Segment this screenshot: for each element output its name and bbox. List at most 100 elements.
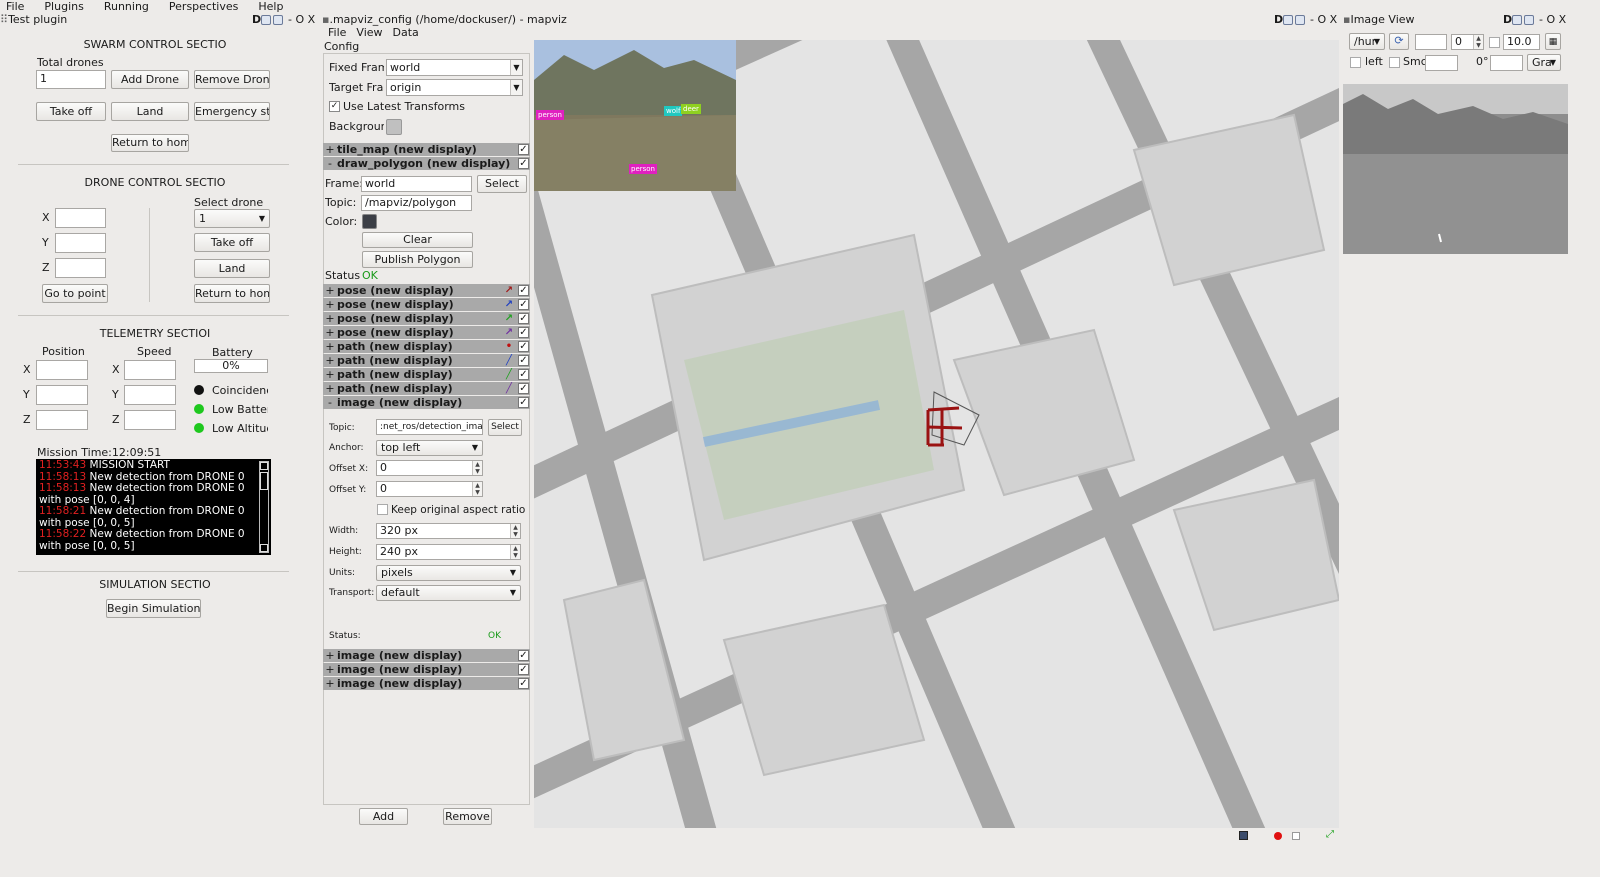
spin-arrows-icon[interactable]: ▲ ▼	[472, 482, 482, 496]
display-checkbox[interactable]: ✓	[518, 285, 529, 296]
menu-running[interactable]: Running	[98, 1, 149, 12]
display-checkbox[interactable]: ✓	[518, 299, 529, 310]
keep-aspect-checkbox[interactable]	[377, 504, 388, 515]
refresh-topics-button[interactable]: ⟳	[1389, 33, 1409, 50]
menu-file[interactable]: File	[0, 1, 24, 12]
display-checkbox[interactable]: ✓	[518, 327, 529, 338]
display-path[interactable]: + path (new display) ╱ ✓	[323, 382, 530, 395]
offset-x-spinbox[interactable]: 0 ▲ ▼	[376, 460, 483, 476]
display-checkbox[interactable]: ✓	[518, 369, 529, 380]
expand-toggle[interactable]: +	[323, 312, 337, 325]
display-checkbox[interactable]: ✓	[518, 158, 529, 169]
display-path[interactable]: + path (new display) • ✓	[323, 340, 530, 353]
background-color-button[interactable]	[386, 119, 402, 135]
window-controls-text[interactable]: - O X	[288, 12, 315, 28]
image-topic-select-button[interactable]: Select	[488, 419, 522, 436]
mapviz-menu-file[interactable]: File	[328, 26, 346, 39]
window-controls-text[interactable]: - O X	[1310, 12, 1337, 28]
menu-help[interactable]: Help	[252, 1, 283, 12]
refresh-icon[interactable]	[261, 15, 271, 25]
zoom-spinbox[interactable]: 0 ▲ ▼	[1451, 34, 1484, 50]
record-icon[interactable]	[1274, 832, 1282, 840]
remove-display-button[interactable]: Remove	[443, 808, 492, 825]
display-checkbox[interactable]: ✓	[518, 341, 529, 352]
polygon-frame-select-button[interactable]: Select	[477, 175, 527, 193]
display-image[interactable]: + image (new display) ✓	[323, 649, 530, 662]
begin-simulation-button[interactable]: Begin Simulation	[106, 599, 201, 618]
drone-land-button[interactable]: Land	[194, 259, 270, 278]
use-latest-checkbox[interactable]: ✓	[329, 101, 340, 112]
display-checkbox[interactable]: ✓	[518, 664, 529, 675]
total-drones-input[interactable]: 1	[36, 70, 106, 89]
display-image[interactable]: + image (new display) ✓	[323, 677, 530, 690]
emergency-stop-button[interactable]: Emergency stop	[194, 102, 270, 121]
spin-arrows-icon[interactable]: ▲ ▼	[510, 524, 520, 538]
image-text-field[interactable]	[1415, 34, 1447, 50]
expand-toggle[interactable]: +	[323, 340, 337, 353]
polygon-color-button[interactable]	[362, 214, 377, 229]
swarm-land-button[interactable]: Land	[111, 102, 189, 121]
clear-polygon-button[interactable]: Clear	[362, 232, 473, 248]
menu-perspectives[interactable]: Perspectives	[163, 1, 238, 12]
mission-log[interactable]: 11:53:43 MISSION START 11:58:13 New dete…	[36, 459, 271, 555]
target-frame-combo[interactable]: origin ▼	[386, 79, 523, 96]
save-image-button[interactable]: ▦	[1545, 33, 1561, 50]
display-tile-map[interactable]: + tile_map (new display) ✓	[323, 143, 530, 156]
display-pose[interactable]: + pose (new display) ↗ ✓	[323, 298, 530, 311]
fixed-frame-combo[interactable]: world ▼	[386, 59, 523, 76]
remove-drone-button[interactable]: Remove Drone	[194, 70, 270, 89]
scroll-up-icon[interactable]	[260, 462, 268, 470]
display-path[interactable]: + path (new display) ╱ ✓	[323, 368, 530, 381]
dock-icon[interactable]: D	[1503, 12, 1512, 28]
scroll-thumb[interactable]	[260, 472, 268, 490]
expand-toggle[interactable]: +	[323, 368, 337, 381]
dock-icon[interactable]: D	[252, 12, 261, 28]
select-drone-combo[interactable]: 1 ▼	[194, 209, 270, 228]
polygon-frame-input[interactable]: world	[361, 176, 472, 192]
stop-icon[interactable]	[1292, 832, 1300, 840]
add-drone-button[interactable]: Add Drone	[111, 70, 189, 89]
display-draw-polygon[interactable]: - draw_polygon (new display) ✓	[323, 157, 530, 170]
goto-x-input[interactable]	[55, 208, 106, 228]
height-spinbox[interactable]: 240 px ▲ ▼	[376, 544, 521, 560]
expand-toggle[interactable]: +	[323, 382, 337, 395]
display-image[interactable]: - image (new display) ✓	[323, 396, 530, 409]
dock-icon[interactable]: D	[1274, 12, 1283, 28]
swarm-return-home-button[interactable]: Return to home	[111, 134, 189, 152]
anchor-combo[interactable]: top left ▼	[376, 440, 483, 456]
spin-arrows-icon[interactable]: ▲ ▼	[1473, 35, 1483, 49]
help-icon[interactable]	[1295, 15, 1305, 25]
spin-arrows-icon[interactable]: ▲ ▼	[472, 461, 482, 475]
goto-y-input[interactable]	[55, 233, 106, 253]
drone-takeoff-button[interactable]: Take off	[194, 233, 270, 252]
mapviz-menu-view[interactable]: View	[356, 26, 382, 39]
width-spinbox[interactable]: 320 px ▲ ▼	[376, 523, 521, 539]
swarm-takeoff-button[interactable]: Take off	[36, 102, 106, 121]
display-image[interactable]: + image (new display) ✓	[323, 663, 530, 676]
goto-z-input[interactable]	[55, 258, 106, 278]
window-controls-text[interactable]: - O X	[1539, 12, 1566, 28]
color-scheme-combo[interactable]: Gra ▼	[1527, 54, 1561, 71]
display-path[interactable]: + path (new display) ╱ ✓	[323, 354, 530, 367]
display-checkbox[interactable]: ✓	[518, 650, 529, 661]
expand-toggle[interactable]: +	[323, 326, 337, 339]
refresh-icon[interactable]	[1283, 15, 1293, 25]
image-second-field[interactable]	[1425, 55, 1458, 71]
smooth-checkbox[interactable]	[1389, 57, 1400, 68]
add-display-button[interactable]: Add	[359, 808, 408, 825]
drone-return-home-button[interactable]: Return to home	[194, 284, 270, 303]
offset-y-spinbox[interactable]: 0 ▲ ▼	[376, 481, 483, 497]
log-scrollbar[interactable]	[259, 461, 269, 553]
display-checkbox[interactable]: ✓	[518, 144, 529, 155]
transport-combo[interactable]: default ▼	[376, 585, 521, 601]
display-checkbox[interactable]: ✓	[518, 383, 529, 394]
spin-arrows-icon[interactable]: ▲ ▼	[510, 545, 520, 559]
display-checkbox[interactable]: ✓	[518, 397, 529, 408]
expand-toggle[interactable]: +	[323, 354, 337, 367]
expand-toggle[interactable]: +	[323, 284, 337, 297]
display-pose[interactable]: + pose (new display) ↗ ✓	[323, 326, 530, 339]
save-icon[interactable]	[1239, 831, 1248, 840]
image-topic-input[interactable]: :net_ros/detection_image	[376, 419, 483, 435]
map-canvas[interactable]: person wolf deer person	[534, 40, 1339, 828]
display-pose[interactable]: + pose (new display) ↗ ✓	[323, 284, 530, 297]
